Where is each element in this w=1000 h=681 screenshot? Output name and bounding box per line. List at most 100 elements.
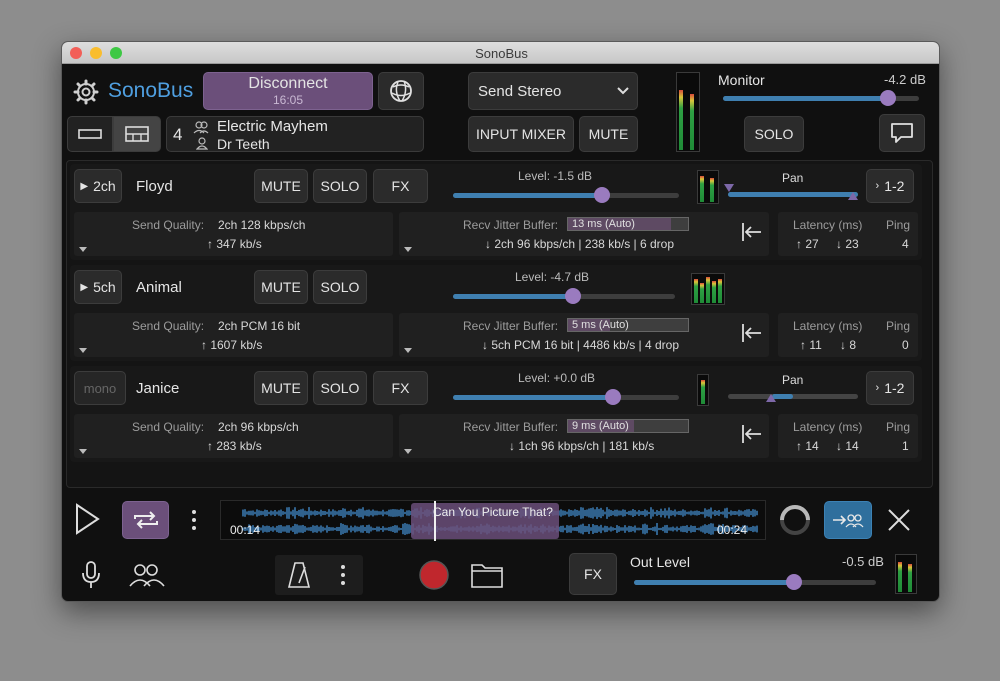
latency-label: Latency (ms) <box>793 319 863 333</box>
app-window: SonoBus SonoBus Disconnect 16:05 Send St… <box>61 41 940 602</box>
peer-solo-button[interactable]: SOLO <box>313 270 367 304</box>
out-level-thumb[interactable] <box>785 574 802 590</box>
user-icon <box>196 137 208 150</box>
peer-pan-slider[interactable] <box>728 394 858 402</box>
recv-info: ↓ 1ch 96 kbps/ch | 181 kb/s <box>509 439 655 453</box>
channel-group-button[interactable]: ▶ 2ch <box>74 169 122 203</box>
peer-mute-button[interactable]: MUTE <box>254 371 308 405</box>
single-view-button[interactable] <box>67 116 113 152</box>
latency-panel[interactable]: Latency (ms) Ping ↑ 11 ↓ 8 0 <box>778 313 918 357</box>
chat-button[interactable] <box>879 114 925 152</box>
jitter-buffer-bar[interactable]: 9 ms (Auto) <box>567 419 689 433</box>
send-quality-panel[interactable]: Send Quality: 2ch PCM 16 bit ↑ 1607 kb/s <box>74 313 393 357</box>
send-rate: ↑ 283 kb/s <box>207 439 262 453</box>
group-name: Electric Mayhem <box>217 118 328 135</box>
group-icon <box>193 121 209 134</box>
latency-down: ↓ 14 <box>836 439 859 453</box>
globe-button[interactable] <box>378 72 424 110</box>
pan-left-handle[interactable] <box>724 184 734 194</box>
monitor-slider[interactable] <box>723 90 919 106</box>
people-icon <box>129 564 165 587</box>
peer-fx-button[interactable]: FX <box>373 371 428 405</box>
jitter-buffer-bar[interactable]: 13 ms (Auto) <box>567 217 689 231</box>
group-peers-button[interactable] <box>128 562 166 593</box>
globe-icon <box>390 80 412 102</box>
send-to-group-button[interactable] <box>824 501 872 539</box>
channel-group-button[interactable]: ▶ 5ch <box>74 270 122 304</box>
peer-level-label: Level: -4.7 dB <box>515 270 590 284</box>
transport-menu-button[interactable] <box>190 508 198 532</box>
disconnect-button[interactable]: Disconnect 16:05 <box>203 72 373 110</box>
peer-output-button[interactable]: › 1-2 <box>866 169 914 203</box>
send-quality-value: 2ch 128 kbps/ch <box>218 218 306 232</box>
peer-level-thumb[interactable] <box>594 187 611 203</box>
open-folder-button[interactable] <box>470 561 504 594</box>
pan-right-handle[interactable] <box>848 192 858 202</box>
peer-output-button[interactable]: › 1-2 <box>866 371 914 405</box>
peer-solo-button[interactable]: SOLO <box>313 169 367 203</box>
monitor-value: -4.2 dB <box>884 72 926 87</box>
latency-panel[interactable]: Latency (ms) Ping ↑ 27 ↓ 23 4 <box>778 212 918 256</box>
meter-bar-1 <box>694 279 698 303</box>
close-file-button[interactable] <box>886 507 912 538</box>
ping-value: 0 <box>902 338 909 352</box>
more-vertical-icon[interactable] <box>339 563 347 587</box>
main-solo-button[interactable]: SOLO <box>744 116 804 152</box>
jitter-buffer-bar[interactable]: 5 ms (Auto) <box>567 318 689 332</box>
recv-panel[interactable]: Recv Jitter Buffer: 13 ms (Auto) ↓ 2ch 9… <box>399 212 769 256</box>
peer-level-thumb[interactable] <box>605 389 622 405</box>
send-mode-dropdown[interactable]: Send Stereo <box>468 72 638 110</box>
record-button[interactable] <box>418 559 450 596</box>
loop-button[interactable] <box>122 501 169 539</box>
ping-value: 1 <box>902 439 909 453</box>
input-meter-left <box>679 90 683 150</box>
peer-level-slider[interactable] <box>453 389 679 405</box>
peer-mute-button[interactable]: MUTE <box>254 169 308 203</box>
title-bar: SonoBus <box>62 42 939 64</box>
waveform-scrubber[interactable]: Can You Picture That? 00:14 00:24 <box>220 500 766 541</box>
input-mixer-button[interactable]: INPUT MIXER <box>468 116 574 152</box>
main-mute-button[interactable]: MUTE <box>579 116 638 152</box>
monitor-slider-thumb[interactable] <box>879 90 896 106</box>
folder-icon <box>471 564 503 588</box>
mic-button[interactable] <box>80 560 102 595</box>
playhead[interactable] <box>433 501 436 541</box>
jitter-buffer-label: Recv Jitter Buffer: <box>463 218 559 232</box>
recv-panel[interactable]: Recv Jitter Buffer: 9 ms (Auto) ↓ 1ch 96… <box>399 414 769 458</box>
send-quality-panel[interactable]: Send Quality: 2ch 96 kbps/ch ↑ 283 kb/s <box>74 414 393 458</box>
reset-jitter-button[interactable] <box>740 321 764 350</box>
recv-options-caret-icon <box>404 449 412 454</box>
buffering-indicator <box>778 503 812 542</box>
peer-pan-fill <box>728 192 858 197</box>
jitter-buffer-label: Recv Jitter Buffer: <box>463 319 559 333</box>
pan-center-handle[interactable] <box>766 394 776 404</box>
meter-bar-mono <box>701 380 705 404</box>
latency-up: ↑ 27 <box>796 237 819 251</box>
peer-fx-button[interactable]: FX <box>373 169 428 203</box>
out-level-slider[interactable] <box>634 574 876 590</box>
multi-view-button[interactable] <box>113 116 161 152</box>
reset-jitter-button[interactable] <box>740 422 764 451</box>
loop-icon <box>133 511 158 529</box>
peer-mute-button[interactable]: MUTE <box>254 270 308 304</box>
output-arrow-icon: › <box>875 180 880 192</box>
channel-group-button[interactable]: mono <box>74 371 126 405</box>
session-time: 16:05 <box>272 93 304 107</box>
group-info-panel[interactable]: 4 Electric Mayhem Dr Teeth <box>166 116 424 152</box>
play-icon <box>76 503 100 535</box>
send-quality-panel[interactable]: Send Quality: 2ch 128 kbps/ch ↑ 347 kb/s <box>74 212 393 256</box>
latency-panel[interactable]: Latency (ms) Ping ↑ 14 ↓ 14 1 <box>778 414 918 458</box>
peer-solo-button[interactable]: SOLO <box>313 371 367 405</box>
peer-level-thumb[interactable] <box>564 288 581 304</box>
output-fx-button[interactable]: FX <box>569 553 617 595</box>
settings-button[interactable] <box>72 78 100 106</box>
metronome-icon[interactable] <box>287 561 311 589</box>
peer-pan-slider[interactable] <box>724 184 858 200</box>
jitter-buffer-value: 5 ms (Auto) <box>572 319 629 331</box>
reset-jitter-button[interactable] <box>740 220 764 249</box>
peer-level-slider[interactable] <box>453 288 675 304</box>
peer-level-slider[interactable] <box>453 187 679 203</box>
play-button[interactable] <box>72 502 102 541</box>
latency-down: ↓ 23 <box>836 237 859 251</box>
recv-panel[interactable]: Recv Jitter Buffer: 5 ms (Auto) ↓ 5ch PC… <box>399 313 769 357</box>
